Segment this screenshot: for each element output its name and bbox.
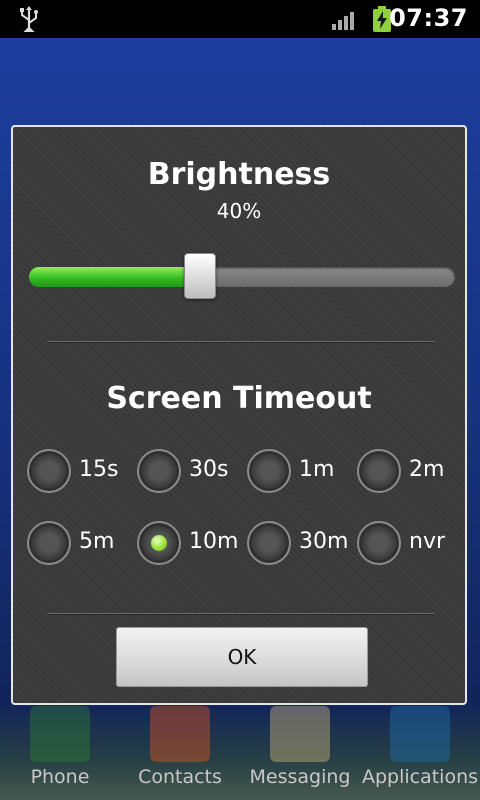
dock-app-label: Messaging bbox=[249, 766, 351, 788]
timeout-option-15s[interactable]: 15s bbox=[27, 449, 135, 497]
timeout-option-30s[interactable]: 30s bbox=[137, 449, 245, 497]
grid-icon[interactable] bbox=[390, 706, 450, 762]
dock-app-phone[interactable]: Phone bbox=[0, 706, 120, 800]
radio-button[interactable] bbox=[137, 521, 181, 565]
brightness-percent: 40% bbox=[216, 199, 262, 223]
timeout-option-label: 5m bbox=[79, 529, 115, 554]
phone-icon[interactable] bbox=[30, 706, 90, 762]
settings-dialog: Brightness 40% Screen Timeout 15s 30s 1m 2m… bbox=[11, 125, 467, 705]
timeout-option-1m[interactable]: 1m bbox=[247, 449, 355, 497]
timeout-option-label: nvr bbox=[409, 529, 446, 554]
timeout-option-label: 15s bbox=[79, 457, 119, 482]
timeout-option-nvr[interactable]: nvr bbox=[357, 521, 465, 569]
brightness-title: Brightness bbox=[147, 157, 331, 192]
slider-thumb[interactable] bbox=[184, 253, 216, 299]
home-dock: Phone Contacts Messaging Applications bbox=[0, 706, 480, 800]
timeout-option-label: 1m bbox=[299, 457, 335, 482]
slider-fill bbox=[29, 267, 199, 287]
radio-button[interactable] bbox=[27, 449, 71, 493]
divider bbox=[47, 613, 435, 614]
dock-app-label: Phone bbox=[30, 766, 90, 788]
dock-app-messaging[interactable]: Messaging bbox=[240, 706, 360, 800]
usb-icon bbox=[20, 6, 38, 32]
divider bbox=[47, 341, 435, 342]
timeout-option-5m[interactable]: 5m bbox=[27, 521, 135, 569]
timeout-option-label: 30m bbox=[299, 529, 349, 554]
timeout-option-2m[interactable]: 2m bbox=[357, 449, 465, 497]
messaging-icon[interactable] bbox=[270, 706, 330, 762]
ok-button[interactable]: OK bbox=[116, 627, 368, 687]
timeout-option-label: 30s bbox=[189, 457, 229, 482]
signal-strength-icon bbox=[332, 12, 354, 30]
dock-app-applications[interactable]: Applications bbox=[360, 706, 480, 800]
radio-button[interactable] bbox=[357, 521, 401, 565]
timeout-option-30m[interactable]: 30m bbox=[247, 521, 355, 569]
radio-button[interactable] bbox=[247, 449, 291, 493]
radio-button[interactable] bbox=[247, 521, 291, 565]
timeout-option-label: 2m bbox=[409, 457, 445, 482]
dock-app-label: Contacts bbox=[138, 766, 222, 788]
radio-button[interactable] bbox=[357, 449, 401, 493]
dock-app-contacts[interactable]: Contacts bbox=[120, 706, 240, 800]
brightness-slider[interactable] bbox=[29, 253, 455, 299]
clock: 07:37 bbox=[389, 4, 468, 32]
contacts-icon[interactable] bbox=[150, 706, 210, 762]
radio-button[interactable] bbox=[27, 521, 71, 565]
radio-selected-dot bbox=[151, 535, 167, 551]
dock-app-label: Applications bbox=[361, 766, 479, 788]
radio-button[interactable] bbox=[137, 449, 181, 493]
timeout-option-label: 10m bbox=[189, 529, 239, 554]
timeout-option-10m[interactable]: 10m bbox=[137, 521, 245, 569]
screen-timeout-title: Screen Timeout bbox=[106, 381, 372, 416]
status-bar: 07:37 bbox=[0, 0, 480, 38]
